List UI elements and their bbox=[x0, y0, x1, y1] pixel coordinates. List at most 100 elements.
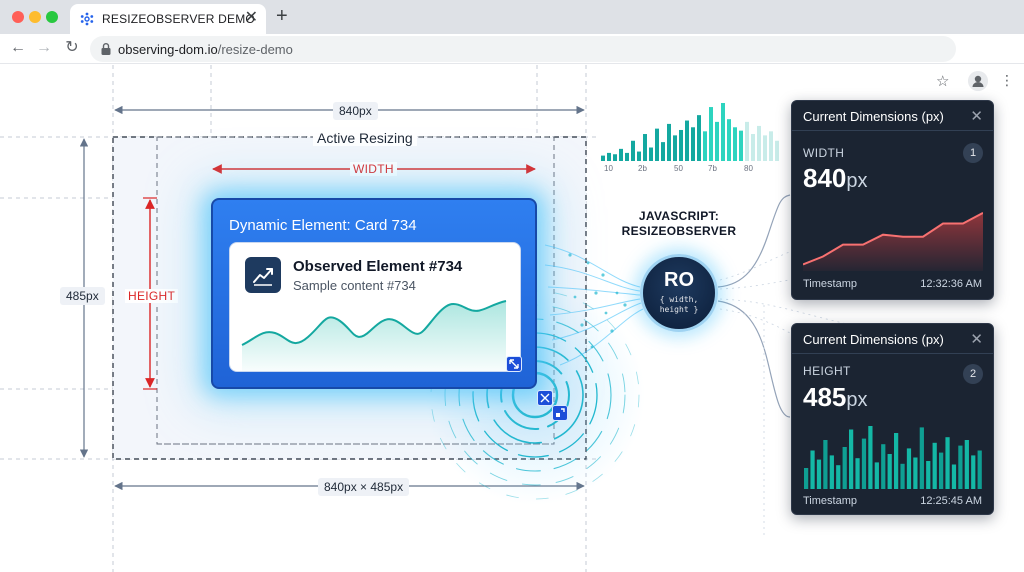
panel-close-icon[interactable]: ✕ bbox=[970, 107, 983, 125]
height-chart-bar bbox=[836, 465, 841, 489]
mini-chart-bar bbox=[685, 120, 689, 161]
trend-chart-icon bbox=[245, 257, 281, 293]
height-chart-bar bbox=[874, 462, 879, 489]
url-path: /resize-demo bbox=[217, 42, 293, 57]
reload-icon[interactable]: ↻ bbox=[62, 38, 82, 58]
height-bar-chart bbox=[804, 426, 982, 489]
new-tab-button[interactable]: + bbox=[276, 6, 288, 26]
close-window-button[interactable] bbox=[12, 11, 24, 23]
tab-close-icon[interactable]: ✕ bbox=[245, 10, 258, 26]
panel-timestamp-value: 12:32:36 AM bbox=[920, 278, 982, 290]
height-chart-bar bbox=[829, 455, 834, 489]
molecule-icon bbox=[80, 12, 94, 26]
height-chart-bar bbox=[842, 447, 847, 489]
panel-value: 840px bbox=[803, 163, 868, 194]
mini-chart-bar bbox=[721, 103, 725, 161]
mini-bar-chart bbox=[601, 103, 779, 161]
resize-arrow-icon bbox=[509, 359, 519, 369]
height-chart-bar bbox=[964, 440, 969, 489]
height-chart-bar bbox=[868, 426, 873, 489]
height-chart-bar bbox=[881, 444, 886, 489]
height-chart-bar bbox=[951, 464, 957, 489]
js-label-line2: RESIZEOBSERVER bbox=[621, 224, 737, 238]
mini-chart-bar bbox=[667, 123, 671, 161]
browser-toolbar: ← → ↻ observing-dom.io/resize-demo ☆ ⋮ bbox=[0, 34, 1024, 91]
height-chart-bar bbox=[971, 455, 976, 489]
height-chart-bar bbox=[804, 468, 809, 489]
mini-chart-bar bbox=[757, 125, 761, 161]
resize-handle-corner[interactable] bbox=[552, 405, 568, 421]
panel-timestamp-label: Timestamp bbox=[803, 278, 857, 290]
mini-chart-bar bbox=[745, 121, 749, 161]
height-chart-bar bbox=[810, 450, 815, 489]
ro-callback-signature: { width, height } bbox=[643, 295, 715, 315]
resize-diagram: 10 2b 50 7b 80 840px Active Resizing WID… bbox=[0, 65, 1024, 572]
observed-element-title: Observed Element #734 bbox=[293, 258, 463, 275]
panel-close-icon[interactable]: ✕ bbox=[970, 330, 983, 348]
height-chart-bar bbox=[887, 454, 892, 489]
panel-header: Current Dimensions (px) ✕ bbox=[792, 324, 993, 354]
height-chart-bar bbox=[816, 459, 822, 489]
height-chart-bar bbox=[945, 437, 950, 489]
ro-title: RO bbox=[664, 269, 694, 291]
height-chart-bar bbox=[977, 450, 982, 489]
height-chart-bar bbox=[913, 457, 918, 489]
address-bar[interactable]: observing-dom.io/resize-demo bbox=[90, 36, 956, 62]
dimensions-summary-label: 840px × 485px bbox=[318, 478, 410, 496]
mini-chart-bar bbox=[613, 154, 617, 161]
mini-tick-label: 7b bbox=[708, 164, 717, 173]
mini-chart-bar bbox=[733, 127, 737, 161]
minimize-window-button[interactable] bbox=[29, 11, 41, 23]
mini-chart-bar bbox=[679, 129, 683, 161]
panel-title: Current Dimensions (px) bbox=[803, 109, 944, 124]
height-chart-bar bbox=[900, 463, 905, 489]
mini-chart-bar bbox=[637, 151, 641, 161]
mini-chart-bar bbox=[769, 131, 773, 161]
tab-resizeobserver-demo[interactable]: RESIZEOBSERVER DEMO ✕ bbox=[70, 4, 266, 34]
resize-handle-expand[interactable] bbox=[537, 390, 553, 406]
height-chart-bar bbox=[823, 440, 828, 489]
mini-tick-label: 10 bbox=[604, 164, 613, 173]
height-chart-bar bbox=[919, 427, 924, 489]
top-width-label: 840px bbox=[333, 102, 378, 120]
mini-chart-bar bbox=[625, 152, 629, 161]
panel-value-unit: px bbox=[846, 170, 868, 192]
panel-dimension-label: HEIGHT bbox=[803, 364, 851, 378]
width-label: WIDTH bbox=[350, 162, 397, 176]
corner-grip-icon bbox=[556, 408, 565, 417]
mini-chart-bar bbox=[709, 107, 713, 161]
panel-title: Current Dimensions (px) bbox=[803, 332, 944, 347]
mini-chart-bar bbox=[607, 152, 611, 161]
height-label: HEIGHT bbox=[125, 289, 179, 303]
panel-badge: 1 bbox=[963, 143, 983, 163]
mini-tick-label: 2b bbox=[638, 164, 647, 173]
maximize-window-button[interactable] bbox=[46, 11, 58, 23]
resize-handle-diagonal[interactable] bbox=[506, 356, 522, 372]
active-resizing-label: Active Resizing bbox=[313, 130, 417, 146]
mini-chart-bar bbox=[649, 147, 653, 161]
mini-chart-bar bbox=[655, 128, 659, 161]
mini-chart-bar bbox=[601, 155, 605, 161]
panel-value: 485px bbox=[803, 382, 868, 413]
width-line-chart bbox=[803, 212, 983, 271]
back-arrow-icon[interactable]: ← bbox=[8, 38, 28, 58]
observed-element: Observed Element #734 Sample content #73… bbox=[229, 242, 521, 372]
dynamic-element-card[interactable]: Dynamic Element: Card 734 Observed Eleme… bbox=[211, 198, 537, 389]
width-area bbox=[803, 212, 983, 271]
mini-chart-bar bbox=[715, 121, 719, 161]
ro-sub-line1: { width, bbox=[659, 295, 699, 304]
mini-chart-bar bbox=[739, 130, 743, 161]
mini-chart-bar bbox=[751, 134, 755, 161]
mini-chart-bar bbox=[691, 127, 695, 161]
mini-chart-bar bbox=[703, 131, 707, 161]
panel-header: Current Dimensions (px) ✕ bbox=[792, 101, 993, 131]
height-chart-bar bbox=[906, 448, 912, 489]
mini-chart-bar bbox=[763, 135, 767, 161]
height-chart-bar bbox=[855, 458, 860, 489]
panel-timestamp-label: Timestamp bbox=[803, 495, 857, 507]
panel-dimension-label: WIDTH bbox=[803, 146, 845, 160]
forward-arrow-icon[interactable]: → bbox=[34, 38, 54, 58]
panel-value-number: 485 bbox=[803, 382, 847, 412]
mini-tick-label: 80 bbox=[744, 164, 753, 173]
panel-timestamp-value: 12:25:45 AM bbox=[920, 495, 982, 507]
